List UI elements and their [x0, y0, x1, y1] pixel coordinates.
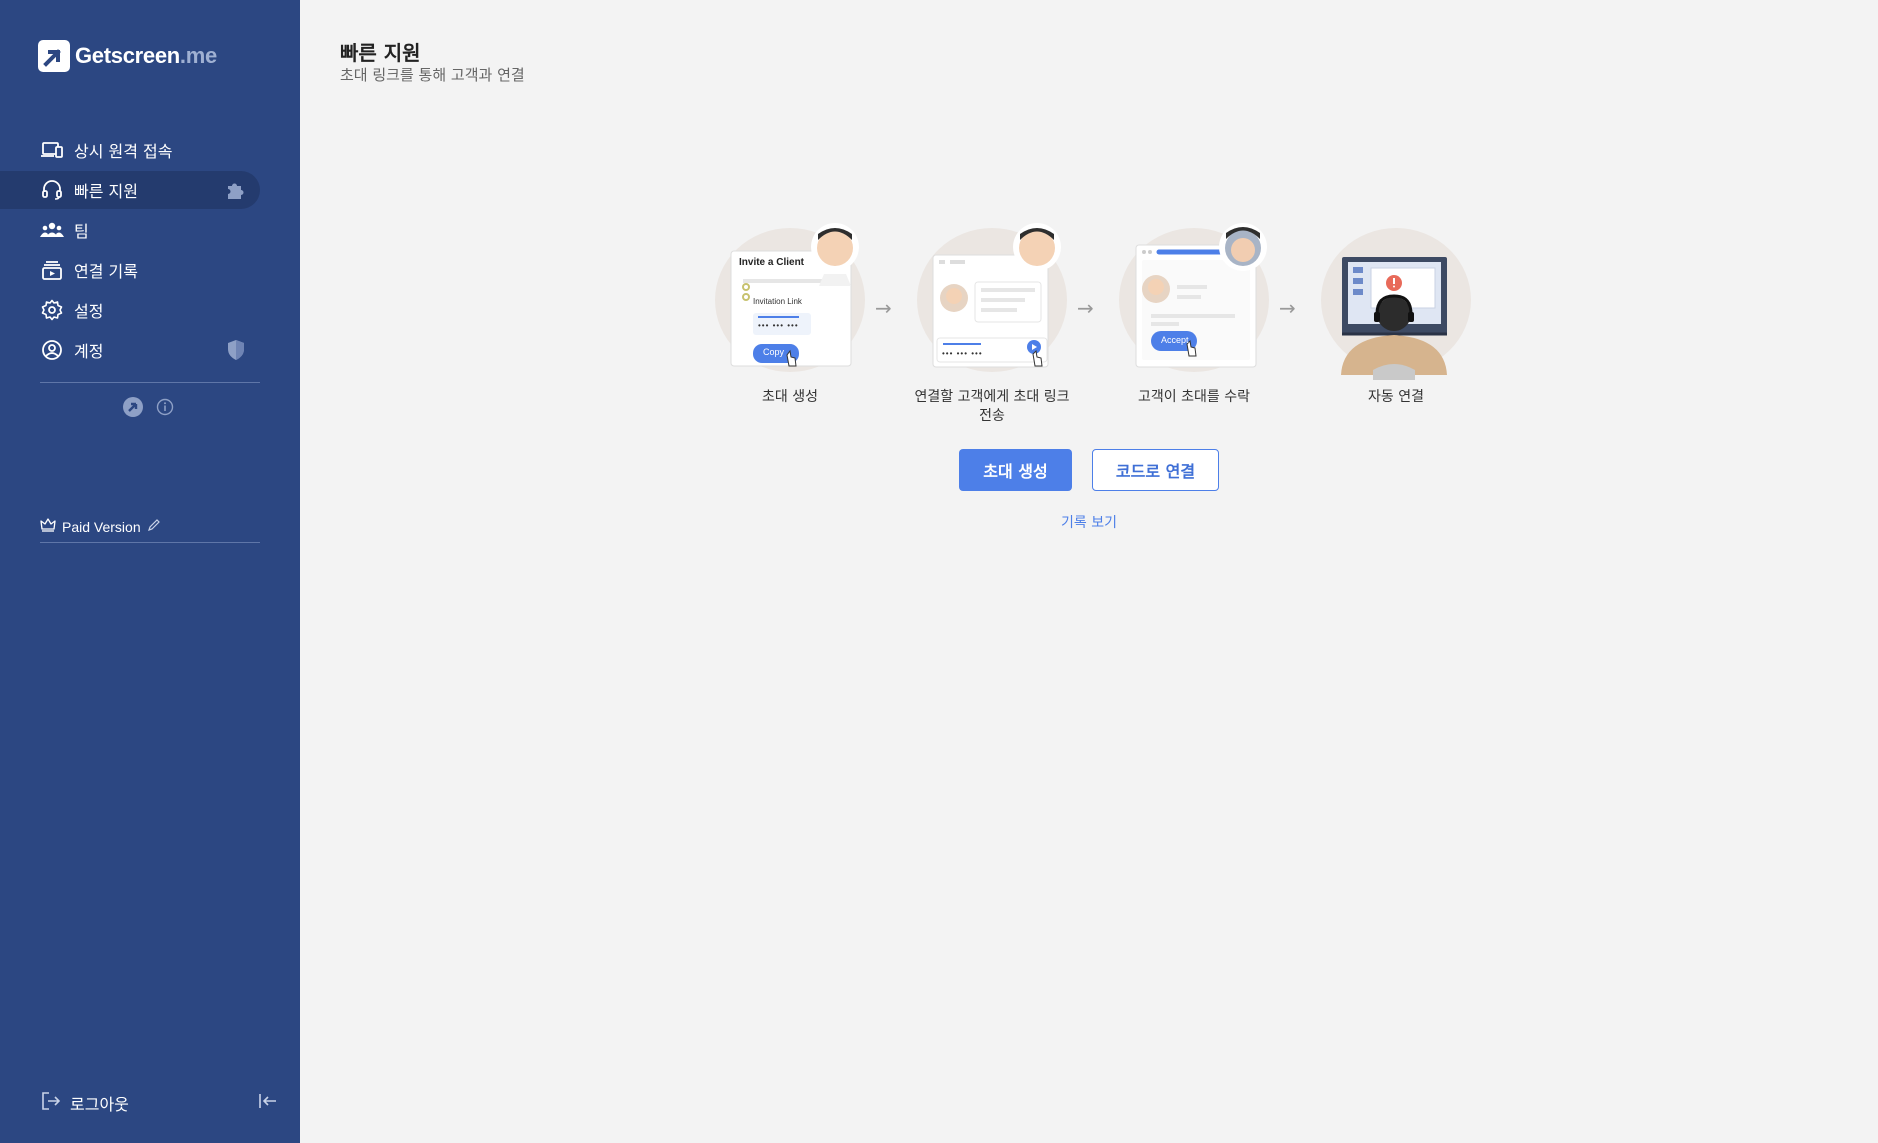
devices-icon	[40, 138, 64, 162]
sidebar-nav: 상시 원격 접속 빠른 지원 팀 연결 기록 설정 계정	[0, 131, 300, 371]
step-label: 초대 생성	[762, 389, 818, 405]
step-send-invite: ••• ••• ••• 연결할 고객에게 초대 링크 전송	[912, 220, 1072, 426]
sidebar-divider	[40, 382, 260, 383]
plan-label: Paid Version	[62, 518, 141, 535]
getscreen-mini-logo-icon[interactable]	[122, 396, 144, 422]
page-subtitle: 초대 링크를 통해 고객과 연결	[340, 66, 525, 84]
quick-support-steps: Invite a Client Invitation Link ••• ••• …	[710, 220, 1471, 430]
sidebar-item-label: 팀	[74, 222, 89, 241]
sidebar-item-label: 설정	[74, 302, 104, 321]
sidebar-item-label: 빠른 지원	[74, 182, 138, 201]
main-content: 빠른 지원 초대 링크를 통해 고객과 연결 Invite a Client I…	[300, 0, 1878, 1143]
accept-illustration: Accept	[1119, 220, 1269, 380]
step-create-invite: Invite a Client Invitation Link ••• ••• …	[710, 220, 870, 407]
app-logo[interactable]: Getscreen.me	[38, 40, 217, 72]
user-circle-icon	[40, 338, 64, 362]
gear-icon	[40, 298, 64, 322]
copy-button-illustration: Copy	[763, 347, 785, 357]
sidebar-item-settings[interactable]: 설정	[0, 291, 300, 329]
collapse-sidebar-icon[interactable]	[258, 1092, 278, 1114]
step-auto-connect: 자동 연결	[1316, 220, 1476, 407]
edit-pencil-icon[interactable]	[147, 518, 161, 535]
sent-invitation-code: ••• ••• •••	[942, 349, 983, 358]
crown-icon	[40, 518, 56, 535]
invitation-link-label: Invitation Link	[753, 297, 802, 306]
logo-text: Getscreen.me	[75, 43, 217, 68]
sidebar-utility-icons	[122, 396, 174, 422]
accept-button-illustration: Accept	[1161, 335, 1189, 345]
sidebar-item-label: 계정	[74, 342, 104, 361]
sidebar-item-label: 연결 기록	[74, 262, 138, 281]
history-icon	[40, 258, 64, 282]
create-invite-button[interactable]: 초대 생성	[959, 449, 1072, 491]
auto-connect-illustration	[1321, 220, 1471, 380]
page-title: 빠른 지원	[340, 41, 421, 65]
arrow-right-icon: →	[1077, 296, 1094, 320]
arrow-right-icon: →	[1279, 296, 1296, 320]
shield-icon[interactable]	[224, 338, 248, 362]
step-accept-invite: Accept 고객이 초대를 수락	[1114, 220, 1274, 407]
plan-divider	[40, 542, 260, 543]
sidebar: Getscreen.me 상시 원격 접속 빠른 지원 팀 연결 기록 설정 계…	[0, 0, 300, 1143]
getscreen-logo-icon	[38, 40, 70, 72]
logout-icon	[40, 1090, 62, 1116]
sidebar-item-quick-support[interactable]: 빠른 지원	[0, 171, 260, 209]
step-label: 자동 연결	[1368, 389, 1424, 405]
logout-label: 로그아웃	[70, 1095, 129, 1114]
headset-icon	[40, 178, 64, 202]
step-label: 고객이 초대를 수락	[1138, 389, 1250, 405]
sidebar-item-connection-history[interactable]: 연결 기록	[0, 251, 300, 289]
invitation-code: ••• ••• •••	[758, 321, 799, 330]
sidebar-item-label: 상시 원격 접속	[74, 142, 173, 161]
team-icon	[40, 218, 64, 242]
plan-indicator[interactable]: Paid Version	[40, 518, 161, 535]
puzzle-icon[interactable]	[224, 178, 248, 202]
invite-card-title: Invite a Client	[739, 257, 805, 268]
info-icon[interactable]	[156, 398, 174, 420]
arrow-right-icon: →	[875, 296, 892, 320]
logout-button[interactable]: 로그아웃	[40, 1090, 129, 1116]
send-link-illustration: ••• ••• •••	[917, 220, 1067, 380]
sidebar-item-account[interactable]: 계정	[0, 331, 300, 369]
sidebar-item-team[interactable]: 팀	[0, 211, 300, 249]
invite-illustration: Invite a Client Invitation Link ••• ••• …	[715, 220, 865, 380]
sidebar-item-unattended-access[interactable]: 상시 원격 접속	[0, 131, 300, 169]
step-label: 연결할 고객에게 초대 링크 전송	[914, 389, 1070, 424]
connect-by-code-button[interactable]: 코드로 연결	[1092, 449, 1219, 491]
view-history-link[interactable]: 기록 보기	[1061, 512, 1117, 532]
